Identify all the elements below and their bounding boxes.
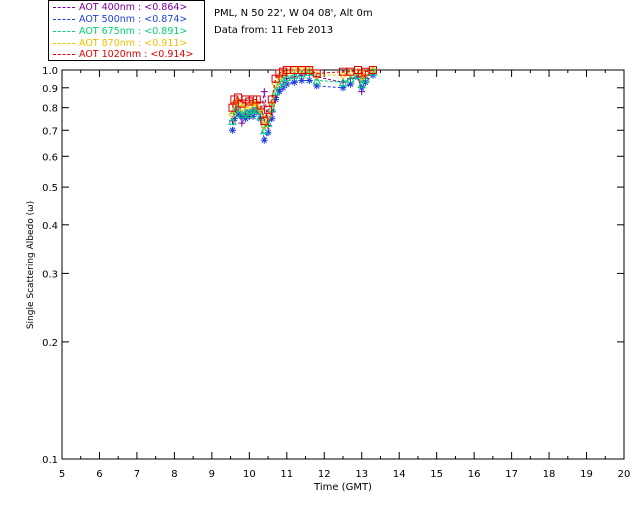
x-tick-label: 16	[468, 469, 481, 480]
x-tick-label: 15	[430, 469, 443, 480]
legend-item-675nm: AOT 675nm : <0.891>	[53, 26, 187, 38]
date-label: Data from: 11 Feb 2013	[214, 25, 334, 36]
x-tick-label: 7	[134, 469, 140, 480]
x-axis-label: Time (GMT)	[313, 482, 372, 493]
legend-label-500nm: AOT 500nm : <0.874>	[79, 14, 188, 25]
legend-swatch-500nm	[53, 19, 75, 20]
plot-frame	[61, 69, 625, 460]
y-tick-label: 0.7	[42, 126, 58, 137]
legend-swatch-400nm	[53, 7, 75, 8]
data-point	[290, 78, 298, 86]
chart-canvas: 5 6 7 8 9 10 11 12 13 14 15 16 17 18 19 20 0.1 0.2 0.3 0.4 0…	[26, 65, 630, 493]
x-tick-label: 20	[618, 469, 631, 480]
legend-swatch-675nm	[53, 31, 75, 32]
x-tick-label: 19	[580, 469, 593, 480]
y-tick-label: 0.6	[42, 152, 58, 163]
x-tick-label: 12	[318, 469, 331, 480]
x-tick-label: 18	[543, 469, 556, 480]
y-tick-label: 0.5	[42, 183, 58, 194]
x-tick-label: 9	[209, 469, 215, 480]
x-tick-label: 11	[280, 469, 293, 480]
x-tick-label: 5	[59, 469, 65, 480]
y-tick-label: 0.9	[42, 84, 58, 95]
x-tick-label: 17	[505, 469, 518, 480]
y-tick-label: 1.0	[42, 66, 58, 77]
data-point	[260, 136, 268, 144]
legend-label-870nm: AOT 870nm : <0.911>	[79, 38, 188, 49]
data-point	[260, 88, 268, 96]
y-axis-label: Single Scattering Albedo (ω)	[26, 201, 36, 329]
data-point	[346, 80, 354, 88]
data-point	[228, 126, 236, 134]
data-point	[305, 76, 313, 84]
legend-label-1020nm: AOT 1020nm : <0.914>	[79, 49, 194, 60]
y-tick-label: 0.2	[42, 338, 58, 349]
legend-item-400nm: AOT 400nm : <0.864>	[53, 2, 187, 14]
x-tick-label: 10	[243, 469, 256, 480]
y-tick-label: 0.3	[42, 269, 58, 280]
x-tick-label: 6	[96, 469, 102, 480]
series-group	[228, 65, 378, 144]
x-tick-label: 13	[355, 469, 368, 480]
data-point	[242, 115, 250, 123]
x-tick-label: 8	[171, 469, 177, 480]
legend: AOT 400nm : <0.864> AOT 500nm : <0.874> …	[48, 0, 205, 61]
axis-ticks: 5 6 7 8 9 10 11 12 13 14 15 16 17 18 19 20 0.1 0.2 0.3 0.4 0…	[42, 66, 630, 480]
data-point	[238, 119, 246, 127]
legend-label-675nm: AOT 675nm : <0.891>	[79, 26, 188, 37]
legend-label-400nm: AOT 400nm : <0.864>	[79, 2, 188, 13]
y-tick-label: 0.4	[42, 221, 58, 232]
y-tick-label: 0.8	[42, 104, 58, 115]
legend-swatch-870nm	[53, 43, 75, 44]
y-tick-label: 0.1	[42, 455, 58, 466]
x-tick-label: 14	[393, 469, 406, 480]
legend-swatch-1020nm	[53, 54, 75, 55]
location-label: PML, N 50 22', W 04 08', Alt 0m	[214, 8, 373, 19]
legend-item-500nm: AOT 500nm : <0.874>	[53, 14, 187, 26]
legend-item-1020nm: AOT 1020nm : <0.914>	[53, 49, 193, 61]
data-point	[298, 76, 306, 84]
